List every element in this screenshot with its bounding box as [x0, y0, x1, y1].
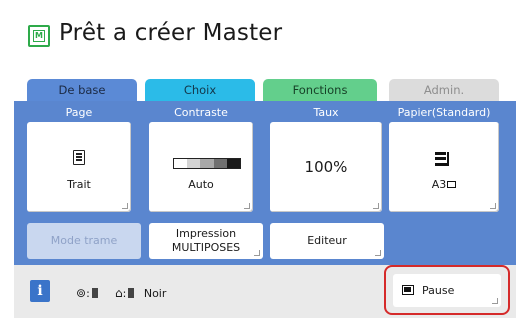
contraste-button[interactable]: Auto: [149, 122, 253, 212]
tab-fonctions[interactable]: Fonctions: [263, 79, 377, 101]
ink-icon: ⌂: [115, 286, 123, 300]
contrast-scale-icon: [173, 158, 241, 169]
page-label: Page: [65, 106, 93, 119]
tab-choix[interactable]: Choix: [145, 79, 255, 101]
drum-icon: ⊚: [76, 286, 87, 300]
contraste-value: Auto: [188, 178, 214, 191]
page-value: Trait: [67, 178, 91, 191]
drum-status: ⊚:: [76, 286, 98, 300]
ink-status: ⌂: Noir: [115, 286, 167, 300]
tab-de-base[interactable]: De base: [27, 79, 137, 101]
paper-orientation-icon: [447, 181, 457, 188]
tab-admin: Admin.: [389, 79, 499, 101]
contraste-label: Contraste: [174, 106, 228, 119]
impression-line2: MULTIPOSES: [171, 241, 241, 254]
mode-trame-button: Mode trame: [27, 223, 141, 259]
document-icon: [73, 150, 85, 165]
papier-button[interactable]: A3: [389, 122, 499, 212]
header: M Prêt a créer Master: [0, 0, 518, 62]
info-button[interactable]: i: [30, 280, 50, 302]
highlight-outline: [384, 265, 510, 315]
paper-tray-icon: [435, 152, 449, 166]
editeur-button[interactable]: Editeur: [270, 223, 384, 259]
printer-control-screen: M Prêt a créer Master De base Choix Fonc…: [0, 0, 518, 318]
taux-button[interactable]: 100%: [270, 122, 382, 212]
taux-label: Taux: [313, 106, 339, 119]
page-title: Prêt a créer Master: [59, 20, 283, 46]
papier-label: Papier(Standard): [397, 106, 491, 119]
taux-value: 100%: [304, 158, 348, 176]
impression-line1: Impression: [175, 227, 237, 240]
impression-multiposes-button[interactable]: Impression MULTIPOSES: [149, 223, 263, 259]
papier-value: A3: [389, 178, 499, 191]
page-button[interactable]: Trait: [27, 122, 131, 212]
master-icon: M: [28, 25, 50, 47]
ink-color-label: Noir: [143, 287, 167, 300]
